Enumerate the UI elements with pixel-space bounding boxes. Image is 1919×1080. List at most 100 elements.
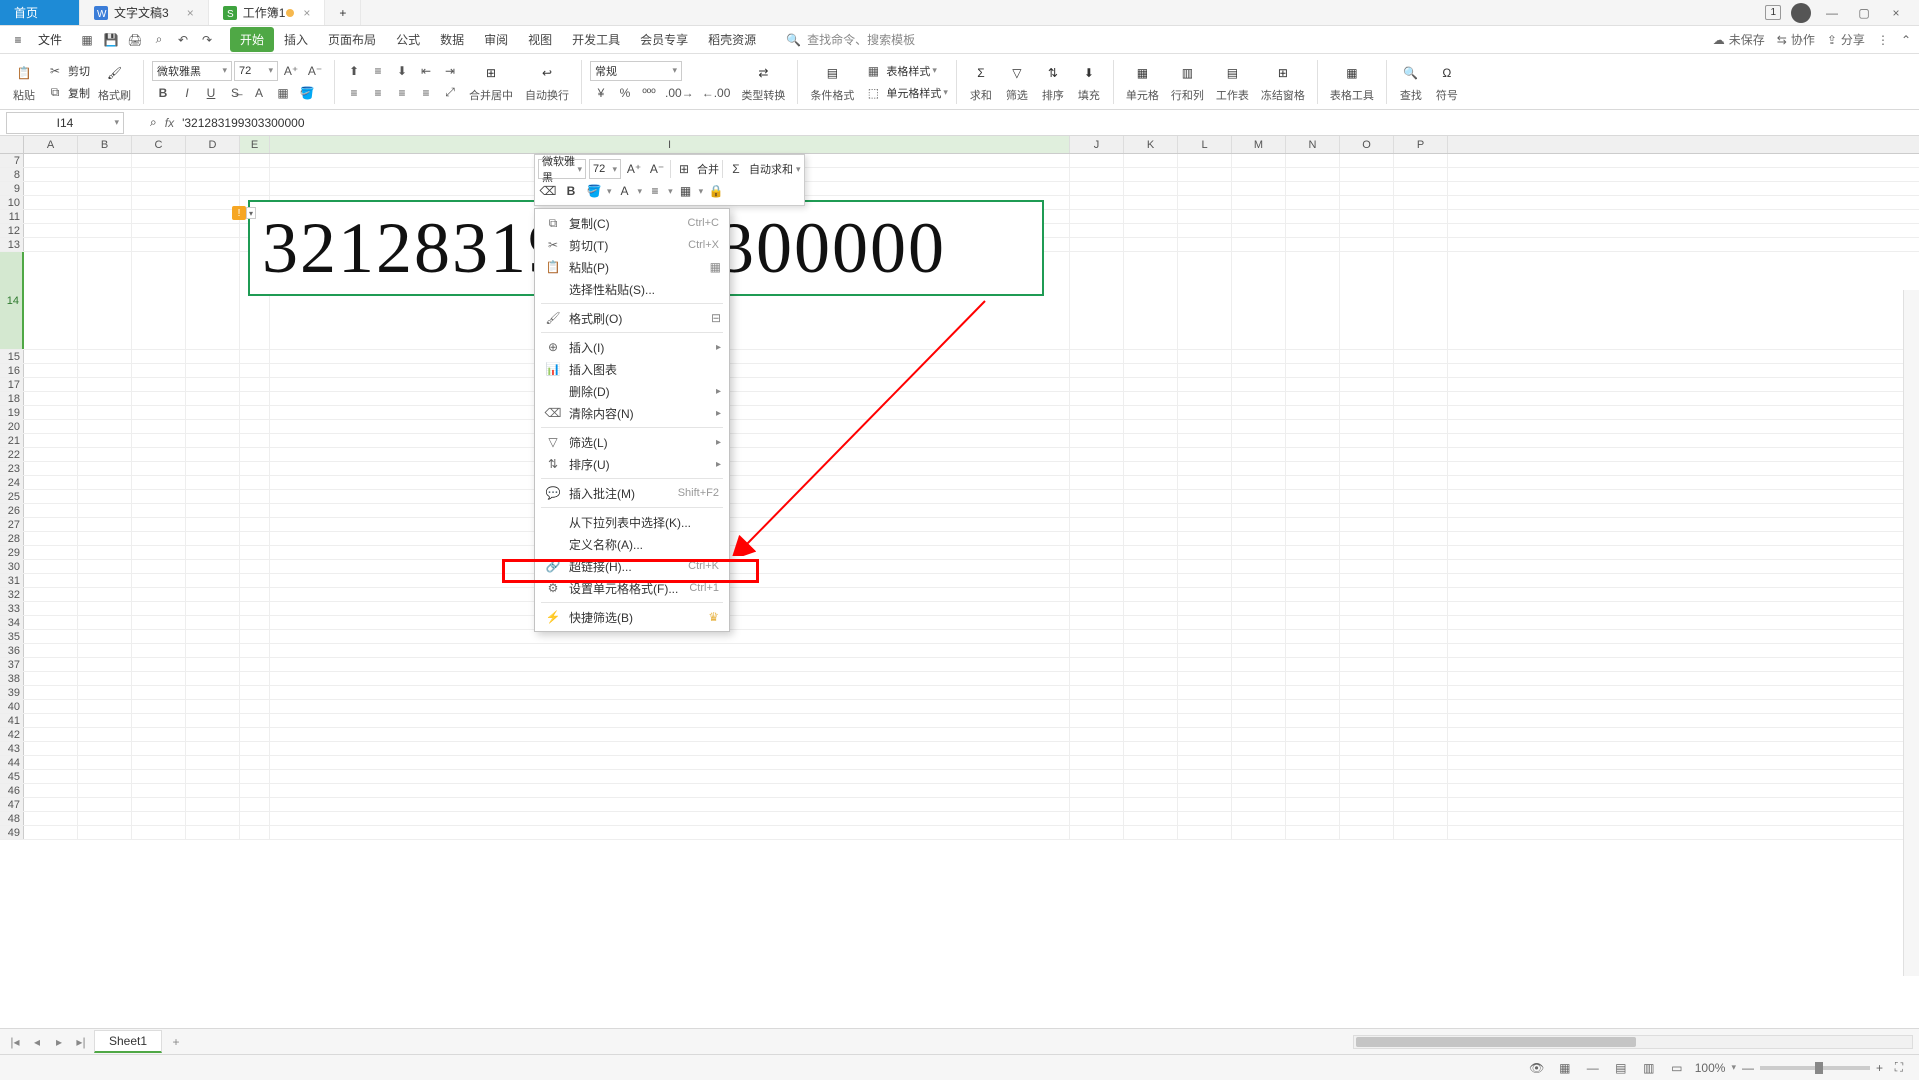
grid-cell[interactable] bbox=[132, 560, 186, 573]
grid-cell[interactable] bbox=[24, 182, 78, 195]
grid-cell[interactable] bbox=[132, 826, 186, 839]
grid-cell[interactable] bbox=[240, 588, 270, 601]
grid-cell[interactable] bbox=[1394, 434, 1448, 447]
close-icon[interactable]: × bbox=[303, 6, 310, 20]
grid-cell[interactable] bbox=[1340, 406, 1394, 419]
grid-cell[interactable] bbox=[24, 588, 78, 601]
grid-cell[interactable] bbox=[1340, 686, 1394, 699]
row-header[interactable]: 9 bbox=[0, 182, 24, 195]
grid-cell[interactable] bbox=[1394, 658, 1448, 671]
grid-cell[interactable] bbox=[78, 574, 132, 587]
add-sheet-button[interactable]: + bbox=[166, 1035, 186, 1049]
grid-cell[interactable] bbox=[240, 728, 270, 741]
grid-cell[interactable] bbox=[1340, 798, 1394, 811]
grid-cell[interactable] bbox=[132, 504, 186, 517]
grid-cell[interactable] bbox=[1340, 490, 1394, 503]
grid-cell[interactable] bbox=[1178, 616, 1232, 629]
grid-cell[interactable] bbox=[24, 378, 78, 391]
grid-cell[interactable] bbox=[1394, 210, 1448, 223]
zoom-in-button[interactable]: + bbox=[1876, 1061, 1883, 1075]
grid-cell[interactable] bbox=[1394, 630, 1448, 643]
ctx-insert[interactable]: ⊕插入(I)▸ bbox=[535, 336, 729, 358]
grid-cell[interactable] bbox=[186, 518, 240, 531]
grid-cell[interactable] bbox=[186, 462, 240, 475]
grid-cell[interactable] bbox=[132, 532, 186, 545]
grid-cell[interactable] bbox=[1340, 826, 1394, 839]
grid-cell[interactable] bbox=[132, 672, 186, 685]
strikethrough-icon[interactable]: S̶ bbox=[224, 83, 246, 103]
grid-cell[interactable] bbox=[78, 476, 132, 489]
grid-cell[interactable] bbox=[1286, 224, 1340, 237]
ctx-cut[interactable]: ✂剪切(T)Ctrl+X bbox=[535, 234, 729, 256]
redo-icon[interactable]: ↷ bbox=[196, 29, 218, 51]
grid-cell[interactable] bbox=[24, 798, 78, 811]
font-size-select[interactable]: 72▾ bbox=[234, 61, 278, 81]
grid-cell[interactable] bbox=[1232, 532, 1286, 545]
grid-cell[interactable] bbox=[186, 686, 240, 699]
grid-cell[interactable] bbox=[1232, 406, 1286, 419]
grid-cell[interactable] bbox=[1178, 560, 1232, 573]
column-header[interactable]: J bbox=[1070, 136, 1124, 153]
row-header[interactable]: 20 bbox=[0, 420, 24, 433]
grid-cell[interactable] bbox=[1070, 154, 1124, 167]
grid-cell[interactable] bbox=[1340, 224, 1394, 237]
grid-cell[interactable] bbox=[1178, 350, 1232, 363]
grid-cell[interactable] bbox=[1286, 630, 1340, 643]
error-indicator-icon[interactable]: ! bbox=[232, 206, 246, 220]
grid-cell[interactable] bbox=[1232, 658, 1286, 671]
grid-cell[interactable] bbox=[1394, 812, 1448, 825]
grid-cell[interactable] bbox=[186, 714, 240, 727]
grid-cell[interactable] bbox=[1124, 392, 1178, 405]
grid-cell[interactable] bbox=[1178, 154, 1232, 167]
grid-cell[interactable] bbox=[132, 602, 186, 615]
fill-button[interactable]: ⬇填充 bbox=[1073, 61, 1105, 103]
grid-cell[interactable] bbox=[78, 490, 132, 503]
grid-cell[interactable] bbox=[1124, 742, 1178, 755]
grid-cell[interactable] bbox=[1286, 252, 1340, 349]
grid-cell[interactable] bbox=[1124, 238, 1178, 251]
grid-cell[interactable] bbox=[1286, 182, 1340, 195]
grid-cell[interactable] bbox=[270, 826, 1070, 839]
row-header[interactable]: 27 bbox=[0, 518, 24, 531]
sheet-nav-first-icon[interactable]: |◂ bbox=[6, 1033, 24, 1051]
grid-cell[interactable] bbox=[1286, 476, 1340, 489]
grid-cell[interactable] bbox=[1178, 714, 1232, 727]
grid-cell[interactable] bbox=[1340, 350, 1394, 363]
grid-cell[interactable] bbox=[1178, 518, 1232, 531]
row-header[interactable]: 19 bbox=[0, 406, 24, 419]
grid-cell[interactable] bbox=[1178, 630, 1232, 643]
grid-cell[interactable] bbox=[1394, 770, 1448, 783]
grid-cell[interactable] bbox=[24, 784, 78, 797]
percent-icon[interactable]: % bbox=[614, 83, 636, 103]
grid-cell[interactable] bbox=[1340, 392, 1394, 405]
grid-cell[interactable] bbox=[78, 252, 132, 349]
grid-cell[interactable] bbox=[240, 364, 270, 377]
grid-cell[interactable] bbox=[1178, 574, 1232, 587]
underline-icon[interactable]: U bbox=[200, 83, 222, 103]
grid-cell[interactable] bbox=[186, 350, 240, 363]
row-header[interactable]: 7 bbox=[0, 154, 24, 167]
sheet-nav-prev-icon[interactable]: ◂ bbox=[28, 1033, 46, 1051]
sort-button[interactable]: ⇅排序 bbox=[1037, 61, 1069, 103]
currency-icon[interactable]: ¥ bbox=[590, 83, 612, 103]
name-box[interactable]: I14 ▾ bbox=[6, 112, 124, 134]
grid-cell[interactable] bbox=[1286, 378, 1340, 391]
grid-cell[interactable] bbox=[1232, 252, 1286, 349]
grid-cell[interactable] bbox=[1286, 364, 1340, 377]
ctx-quick-filter[interactable]: ⚡快捷筛选(B)♛ bbox=[535, 606, 729, 628]
grid-cell[interactable] bbox=[186, 420, 240, 433]
grid-cell[interactable] bbox=[1340, 378, 1394, 391]
grid-cell[interactable] bbox=[240, 658, 270, 671]
grid-cell[interactable] bbox=[1232, 546, 1286, 559]
grid-cell[interactable] bbox=[78, 686, 132, 699]
grid-cell[interactable] bbox=[1124, 196, 1178, 209]
grid-cell[interactable] bbox=[1340, 630, 1394, 643]
grid-cell[interactable] bbox=[1394, 448, 1448, 461]
grid-cell[interactable] bbox=[24, 630, 78, 643]
grid-cell[interactable] bbox=[24, 546, 78, 559]
grid-cell[interactable] bbox=[132, 364, 186, 377]
grid-cell[interactable] bbox=[1232, 350, 1286, 363]
grid-cell[interactable] bbox=[1394, 798, 1448, 811]
row-header[interactable]: 34 bbox=[0, 616, 24, 629]
grid-cell[interactable] bbox=[1124, 210, 1178, 223]
